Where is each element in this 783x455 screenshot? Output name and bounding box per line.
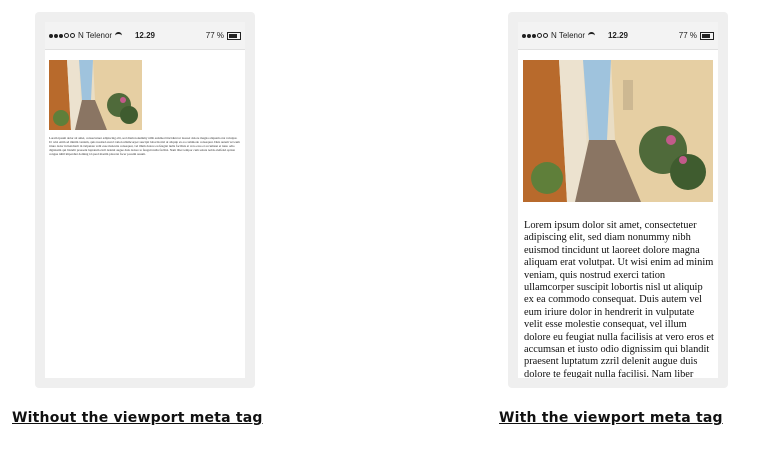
body-paragraph: Lorem ipsum dolor sit amet, consectetuer… bbox=[49, 136, 240, 156]
phone-screen: N Telenor 12.29 77 % Lorem ipsum dolor s… bbox=[45, 22, 245, 378]
caption-without-viewport: Without the viewport meta tag bbox=[12, 410, 263, 426]
battery-percent: 77 % bbox=[678, 31, 697, 40]
phone-screen: N Telenor 12.29 77 % Lorem ipsum dolor s… bbox=[518, 22, 718, 378]
phone-mockup-without-viewport: N Telenor 12.29 77 % Lorem ipsum dolor s… bbox=[35, 12, 255, 388]
status-bar: N Telenor 12.29 77 % bbox=[518, 22, 718, 49]
web-page: Lorem ipsum dolor sit amet, consectetuer… bbox=[518, 49, 718, 378]
status-bar: N Telenor 12.29 77 % bbox=[45, 22, 245, 49]
battery-percent: 77 % bbox=[205, 31, 224, 40]
body-paragraph: Lorem ipsum dolor sit amet, consectetuer… bbox=[524, 220, 714, 378]
alley-photo bbox=[523, 60, 713, 202]
battery-indicator: 77 % bbox=[679, 31, 714, 40]
caption-with-viewport: With the viewport meta tag bbox=[499, 410, 723, 426]
battery-indicator: 77 % bbox=[206, 31, 241, 40]
battery-icon bbox=[700, 31, 714, 40]
alley-photo bbox=[49, 60, 142, 130]
phone-mockup-with-viewport: N Telenor 12.29 77 % Lorem ipsum dolor s… bbox=[508, 12, 728, 388]
battery-icon bbox=[227, 31, 241, 40]
web-page: Lorem ipsum dolor sit amet, consectetuer… bbox=[45, 49, 245, 378]
